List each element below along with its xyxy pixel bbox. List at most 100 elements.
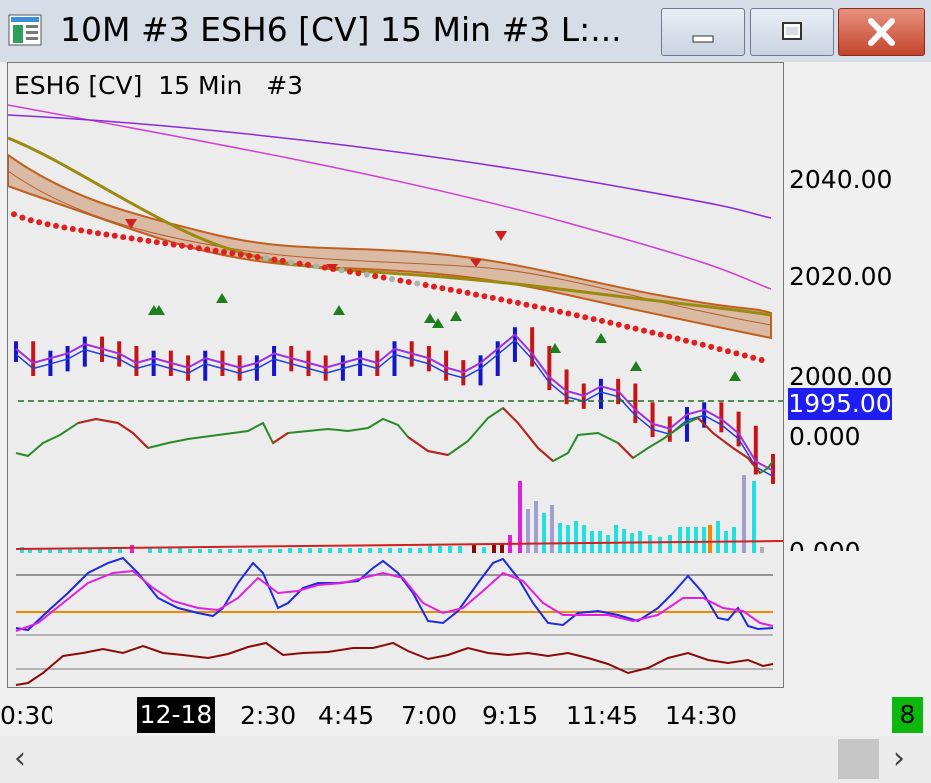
stop-dot [237,251,244,258]
histogram-bar [378,548,382,553]
stop-dot [750,354,757,361]
stop-dot [380,274,387,281]
histogram-bar [168,548,172,553]
histogram-bar [148,548,152,553]
stop-dot [447,286,454,293]
title-bar[interactable]: 10M #3 ESH6 [CV] 15 Min #3 L:... [0,0,931,62]
stop-dot [78,227,85,234]
stop-dot [19,214,26,221]
stop-dot [473,291,479,298]
stop-dot [624,323,631,330]
histogram-bar [248,549,252,553]
histogram-bar [566,525,570,553]
stop-dot [321,264,328,271]
scroll-thumb[interactable] [838,739,879,779]
histogram-bar [198,549,202,553]
histogram-bar [760,547,764,553]
histogram-bar [348,548,352,553]
stop-dot [296,260,303,267]
keltner-band [8,153,772,340]
stop-dot [683,337,689,344]
stop-dot [137,236,143,243]
histogram-bar [694,527,698,553]
stop-dot [187,244,194,250]
stop-dot [347,268,353,275]
stop-dot [708,343,715,350]
stop-dot [288,259,295,266]
price-label-2040: 2040.00 [789,165,893,194]
stop-dot [254,254,261,260]
bottom-oscillator-line [15,641,774,686]
stop-dot [716,346,723,353]
minimize-button[interactable] [661,8,745,56]
chart-area[interactable]: ESH6 [CV] 15 Min #3 [7,62,784,688]
stop-dot [95,230,101,237]
time-label-1430: 14:30 [665,701,738,730]
scroll-right-arrow-icon[interactable]: › [893,744,919,774]
oscillator-line-1 [15,406,774,475]
histogram-bar [20,547,24,553]
stop-dot [61,224,68,231]
stop-dot [439,285,446,292]
stop-dot [523,301,530,308]
histogram-bar [268,549,272,553]
stop-dot [305,261,311,268]
stop-dot [279,257,286,264]
histogram-bar [448,546,452,553]
histogram-bar [68,549,72,553]
horizontal-scrollbar[interactable]: ‹ › [0,736,931,783]
histogram-bar [648,535,652,553]
stop-dot [128,235,135,242]
histogram-bar [308,548,312,553]
stop-dot [498,296,505,303]
histogram-bar [526,509,530,553]
price-bars [14,327,775,484]
stop-dot [422,282,429,288]
maximize-button[interactable] [750,8,834,56]
stop-dot [414,280,421,287]
stop-dot [36,219,43,226]
histogram-bar [574,521,578,553]
histogram-bar [622,529,626,553]
stop-dot [431,283,437,290]
stop-dot [758,357,765,363]
histogram-bar [686,527,690,553]
minimize-icon [692,35,714,43]
histogram-bar [158,548,162,553]
stop-dot [120,234,127,241]
stop-dot [271,256,278,263]
stop-dot [725,348,731,355]
histogram-bar [338,548,342,553]
stop-dot [44,221,51,228]
maximize-icon [782,22,802,40]
stop-dot [162,240,169,247]
histogram-bar [482,547,486,553]
stop-dot [11,211,17,218]
volume-histogram [20,475,764,553]
stop-dot [573,312,580,319]
stop-dot [540,305,547,312]
histogram-bar [130,545,134,553]
stop-dot [170,241,177,248]
date-marker: 12-18 [137,697,215,733]
stop-dot [674,335,681,342]
scroll-left-arrow-icon[interactable]: ‹ [14,744,40,774]
trailing-stop-dots [11,211,765,363]
stop-dot [195,245,202,252]
histogram-bar [732,527,736,553]
stop-dot [666,333,673,340]
time-label-0230: 2:30 [240,701,297,730]
time-label-0445: 4:45 [318,701,375,730]
stop-dot [741,352,748,359]
time-label-1145: 11:45 [566,701,639,730]
histogram-bar [218,549,222,553]
close-button[interactable] [838,8,925,56]
price-chart-canvas[interactable] [8,63,784,688]
histogram-bar [258,549,262,553]
price-label-2020: 2020.00 [789,262,893,291]
stop-dot [565,310,572,317]
stop-dot [338,267,345,274]
histogram-bar [288,548,292,553]
histogram-bar [188,549,192,553]
histogram-bar [582,525,586,553]
